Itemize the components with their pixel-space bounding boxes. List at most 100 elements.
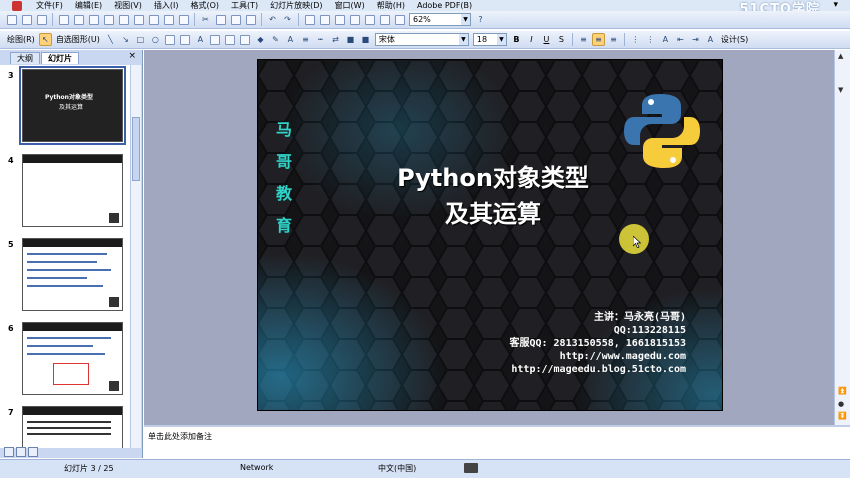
rectangle-icon[interactable]: □ <box>134 33 147 46</box>
print-icon[interactable] <box>132 13 145 26</box>
increase-indent-icon[interactable]: ⇥ <box>689 33 702 46</box>
fill-color-icon[interactable]: ◆ <box>254 33 267 46</box>
pdf-review-icon[interactable] <box>35 13 48 26</box>
zoom-select[interactable]: 62% ▼ <box>409 13 471 26</box>
tab-outline[interactable]: 大纲 <box>10 52 40 64</box>
tab-slides[interactable]: 幻灯片 <box>41 52 79 64</box>
slide-thumbnail-3[interactable]: Python对象类型 及其运算 <box>19 66 126 145</box>
color-grayscale-icon[interactable] <box>393 13 406 26</box>
menu-help[interactable]: 帮助(H) <box>371 0 411 11</box>
align-center-icon[interactable]: ≡ <box>591 33 605 46</box>
scrollbar-thumb[interactable] <box>132 117 140 181</box>
chart-icon[interactable] <box>303 13 316 26</box>
slide-title[interactable]: Python对象类型 及其运算 <box>358 160 628 232</box>
current-slide[interactable]: 马 哥 教 育 Python对象类型 及其运算 主讲：马永亮(马哥) QQ:11… <box>257 59 723 411</box>
show-formatting-icon[interactable] <box>363 13 376 26</box>
expand-icon[interactable] <box>348 13 361 26</box>
vertical-textbox-icon[interactable] <box>179 33 192 46</box>
previous-slide-icon[interactable]: ⏫ <box>838 387 847 395</box>
underline-icon[interactable]: U <box>540 33 553 46</box>
notes-pane[interactable]: 单击此处添加备注 <box>144 425 850 459</box>
font-name-select[interactable]: 宋体 ▼ <box>374 33 469 46</box>
slide-thumbnail-5[interactable] <box>22 238 123 311</box>
next-slide-icon[interactable]: ⏬ <box>838 412 847 420</box>
decrease-indent-icon[interactable]: ⇤ <box>674 33 687 46</box>
bullets-icon[interactable]: ⋮ <box>644 33 657 46</box>
print-preview-icon[interactable] <box>147 13 160 26</box>
save-icon[interactable] <box>87 13 100 26</box>
design-button[interactable]: 设计(S) <box>718 34 751 45</box>
pdf-convert-icon[interactable] <box>5 13 18 26</box>
font-size-select[interactable]: 18 ▼ <box>472 33 507 46</box>
oval-icon[interactable]: ○ <box>149 33 162 46</box>
menu-file[interactable]: 文件(F) <box>30 0 69 11</box>
font-size-value: 18 <box>476 35 488 44</box>
table-icon[interactable] <box>318 13 331 26</box>
slide-scrollbar[interactable]: ▲ ▼ ⏫ ● ⏬ <box>834 50 850 425</box>
autoshapes-button[interactable]: 自选图形(U) <box>53 34 103 45</box>
arrow-style-icon[interactable]: ⇄ <box>329 33 342 46</box>
select-pointer-icon[interactable]: ↖ <box>38 33 52 46</box>
italic-icon[interactable]: I <box>525 33 538 46</box>
menu-window[interactable]: 窗口(W) <box>329 0 371 11</box>
menu-edit[interactable]: 编辑(E) <box>69 0 108 11</box>
select-browse-object-icon[interactable]: ● <box>838 400 844 408</box>
clipart-icon[interactable] <box>224 33 237 46</box>
increase-font-icon[interactable]: A <box>659 33 672 46</box>
slide-thumbnail-6[interactable] <box>22 322 123 395</box>
new-icon[interactable] <box>57 13 70 26</box>
window-menu-chevron-icon[interactable]: ▾ <box>833 0 838 10</box>
cut-icon[interactable]: ✂ <box>199 13 212 26</box>
scroll-down-icon[interactable]: ▼ <box>838 86 843 94</box>
line-color-icon[interactable]: ✎ <box>269 33 282 46</box>
slide-sorter-icon[interactable] <box>16 447 26 457</box>
open-icon[interactable] <box>72 13 85 26</box>
font-color-2-icon[interactable]: A <box>704 33 717 46</box>
email-icon[interactable] <box>117 13 130 26</box>
dash-style-icon[interactable]: ┅ <box>314 33 327 46</box>
bold-icon[interactable]: B <box>510 33 523 46</box>
menu-adobe-pdf[interactable]: Adobe PDF(B) <box>411 0 478 11</box>
spelling-status-icon[interactable] <box>464 463 478 473</box>
font-color-icon[interactable]: A <box>284 33 297 46</box>
menu-slideshow[interactable]: 幻灯片放映(D) <box>264 0 328 11</box>
menu-view[interactable]: 视图(V) <box>108 0 148 11</box>
redo-icon[interactable]: ↷ <box>281 13 294 26</box>
slideshow-icon[interactable] <box>28 447 38 457</box>
line-icon[interactable]: ╲ <box>104 33 117 46</box>
help-icon[interactable]: ? <box>474 13 487 26</box>
permission-icon[interactable] <box>102 13 115 26</box>
textbox-icon[interactable] <box>164 33 177 46</box>
app-icon[interactable] <box>12 0 22 11</box>
pdf-email-icon[interactable] <box>20 13 33 26</box>
scroll-up-icon[interactable]: ▲ <box>838 52 843 60</box>
3d-icon[interactable]: ■ <box>359 33 372 46</box>
menu-tools[interactable]: 工具(T) <box>225 0 264 11</box>
close-icon[interactable]: × <box>128 51 136 61</box>
grid-icon[interactable] <box>378 13 391 26</box>
wordart-icon[interactable]: A <box>194 33 207 46</box>
paste-icon[interactable] <box>229 13 242 26</box>
normal-view-icon[interactable] <box>4 447 14 457</box>
numbering-icon[interactable]: ⋮ <box>629 33 642 46</box>
format-painter-icon[interactable] <box>244 13 257 26</box>
research-icon[interactable] <box>177 13 190 26</box>
thumbnails-scrollbar[interactable] <box>130 65 141 448</box>
spelling-icon[interactable] <box>162 13 175 26</box>
align-left-icon[interactable]: ≡ <box>577 33 590 46</box>
copy-icon[interactable] <box>214 13 227 26</box>
tables-borders-icon[interactable] <box>333 13 346 26</box>
diagram-icon[interactable] <box>209 33 222 46</box>
slide-thumbnail-7[interactable] <box>22 406 123 448</box>
draw-menu-button[interactable]: 绘图(R) <box>4 34 38 45</box>
line-style-icon[interactable]: ≡ <box>299 33 312 46</box>
menu-insert[interactable]: 插入(I) <box>148 0 185 11</box>
shadow-text-icon[interactable]: S <box>555 33 568 46</box>
undo-icon[interactable]: ↶ <box>266 13 279 26</box>
arrow-icon[interactable]: ↘ <box>119 33 132 46</box>
picture-icon[interactable] <box>239 33 252 46</box>
align-right-icon[interactable]: ≡ <box>607 33 620 46</box>
shadow-icon[interactable]: ■ <box>344 33 357 46</box>
slide-thumbnail-4[interactable] <box>22 154 123 227</box>
menu-format[interactable]: 格式(O) <box>184 0 225 11</box>
